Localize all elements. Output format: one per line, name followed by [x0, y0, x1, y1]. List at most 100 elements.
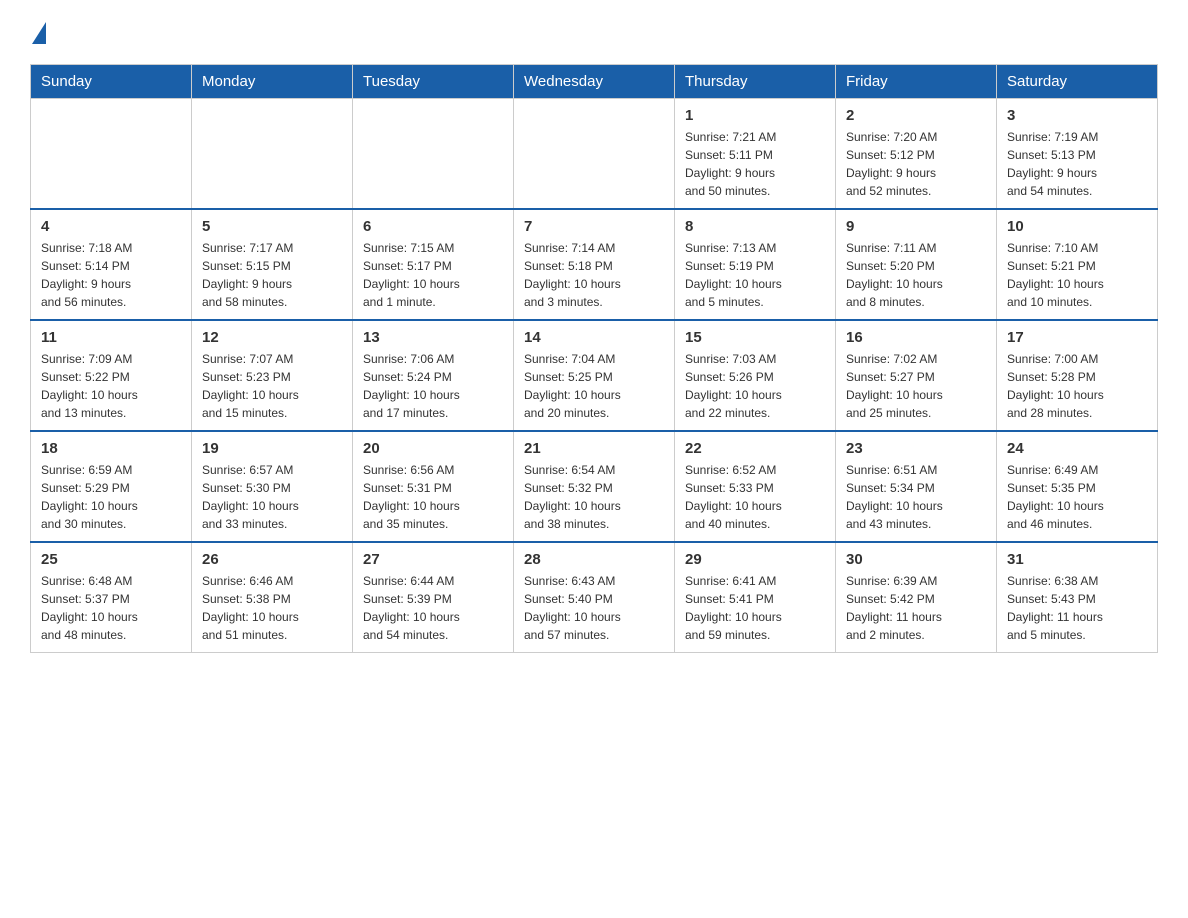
calendar-cell: 12 Sunrise: 7:07 AM Sunset: 5:23 PM Dayli…	[192, 320, 353, 431]
column-header-monday: Monday	[192, 65, 353, 99]
day-info: Sunrise: 7:15 AM Sunset: 5:17 PM Dayligh…	[363, 239, 503, 311]
day-info: Sunrise: 7:18 AM Sunset: 5:14 PM Dayligh…	[41, 239, 181, 311]
calendar-cell	[192, 99, 353, 210]
calendar-table: SundayMondayTuesdayWednesdayThursdayFrid…	[30, 64, 1158, 653]
calendar-cell: 27Sunrise: 6:44 AM Sunset: 5:39 PM Dayli…	[353, 542, 514, 653]
calendar-cell: 25Sunrise: 6:48 AM Sunset: 5:37 PM Dayli…	[31, 542, 192, 653]
day-info: Sunrise: 7:11 AM Sunset: 5:20 PM Dayligh…	[846, 239, 986, 311]
calendar-cell: 11Sunrise: 7:09 AM Sunset: 5:22 PM Dayli…	[31, 320, 192, 431]
day-info: Sunrise: 6:54 AM Sunset: 5:32 PM Dayligh…	[524, 461, 664, 533]
calendar-week-row: 25Sunrise: 6:48 AM Sunset: 5:37 PM Dayli…	[31, 542, 1158, 653]
day-number: 5	[202, 218, 342, 235]
day-info: Sunrise: 7:07 AM Sunset: 5:23 PM Dayligh…	[202, 350, 342, 422]
day-info: Sunrise: 7:17 AM Sunset: 5:15 PM Dayligh…	[202, 239, 342, 311]
day-number: 21	[524, 440, 664, 457]
page-header	[30, 20, 1158, 44]
calendar-cell: 26 Sunrise: 6:46 AM Sunset: 5:38 PM Dayli…	[192, 542, 353, 653]
day-number: 13	[363, 329, 503, 346]
calendar-cell: 10 Sunrise: 7:10 AM Sunset: 5:21 PM Dayli…	[997, 209, 1158, 320]
day-number: 22	[685, 440, 825, 457]
calendar-cell	[514, 99, 675, 210]
day-info: Sunrise: 6:38 AM Sunset: 5:43 PM Dayligh…	[1007, 572, 1147, 644]
day-number: 8	[685, 218, 825, 235]
calendar-cell: 24 Sunrise: 6:49 AM Sunset: 5:35 PM Dayli…	[997, 431, 1158, 542]
calendar-cell: 1 Sunrise: 7:21 AM Sunset: 5:11 PM Daylig…	[675, 99, 836, 210]
day-info: Sunrise: 6:39 AM Sunset: 5:42 PM Dayligh…	[846, 572, 986, 644]
day-info: Sunrise: 6:41 AM Sunset: 5:41 PM Dayligh…	[685, 572, 825, 644]
day-number: 29	[685, 551, 825, 568]
calendar-cell: 3Sunrise: 7:19 AM Sunset: 5:13 PM Daylig…	[997, 99, 1158, 210]
day-number: 7	[524, 218, 664, 235]
column-header-tuesday: Tuesday	[353, 65, 514, 99]
column-header-friday: Friday	[836, 65, 997, 99]
day-info: Sunrise: 7:02 AM Sunset: 5:27 PM Dayligh…	[846, 350, 986, 422]
day-number: 10	[1007, 218, 1147, 235]
day-info: Sunrise: 7:00 AM Sunset: 5:28 PM Dayligh…	[1007, 350, 1147, 422]
calendar-cell: 2 Sunrise: 7:20 AM Sunset: 5:12 PM Daylig…	[836, 99, 997, 210]
day-info: Sunrise: 7:03 AM Sunset: 5:26 PM Dayligh…	[685, 350, 825, 422]
calendar-cell: 16 Sunrise: 7:02 AM Sunset: 5:27 PM Dayli…	[836, 320, 997, 431]
column-header-wednesday: Wednesday	[514, 65, 675, 99]
day-number: 2	[846, 107, 986, 124]
calendar-cell: 17 Sunrise: 7:00 AM Sunset: 5:28 PM Dayli…	[997, 320, 1158, 431]
calendar-cell: 20 Sunrise: 6:56 AM Sunset: 5:31 PM Dayli…	[353, 431, 514, 542]
day-info: Sunrise: 6:59 AM Sunset: 5:29 PM Dayligh…	[41, 461, 181, 533]
day-number: 4	[41, 218, 181, 235]
calendar-cell	[31, 99, 192, 210]
calendar-week-row: 11Sunrise: 7:09 AM Sunset: 5:22 PM Dayli…	[31, 320, 1158, 431]
day-number: 23	[846, 440, 986, 457]
calendar-cell: 7 Sunrise: 7:14 AM Sunset: 5:18 PM Daylig…	[514, 209, 675, 320]
calendar-cell	[353, 99, 514, 210]
day-number: 28	[524, 551, 664, 568]
calendar-cell: 19 Sunrise: 6:57 AM Sunset: 5:30 PM Dayli…	[192, 431, 353, 542]
day-number: 3	[1007, 107, 1147, 124]
calendar-cell: 31Sunrise: 6:38 AM Sunset: 5:43 PM Dayli…	[997, 542, 1158, 653]
day-number: 25	[41, 551, 181, 568]
day-info: Sunrise: 6:51 AM Sunset: 5:34 PM Dayligh…	[846, 461, 986, 533]
calendar-cell: 29 Sunrise: 6:41 AM Sunset: 5:41 PM Dayli…	[675, 542, 836, 653]
day-number: 18	[41, 440, 181, 457]
calendar-cell: 13 Sunrise: 7:06 AM Sunset: 5:24 PM Dayli…	[353, 320, 514, 431]
day-info: Sunrise: 6:56 AM Sunset: 5:31 PM Dayligh…	[363, 461, 503, 533]
day-number: 24	[1007, 440, 1147, 457]
day-info: Sunrise: 7:20 AM Sunset: 5:12 PM Dayligh…	[846, 128, 986, 200]
calendar-cell: 23 Sunrise: 6:51 AM Sunset: 5:34 PM Dayli…	[836, 431, 997, 542]
calendar-cell: 22 Sunrise: 6:52 AM Sunset: 5:33 PM Dayli…	[675, 431, 836, 542]
day-number: 16	[846, 329, 986, 346]
day-info: Sunrise: 6:57 AM Sunset: 5:30 PM Dayligh…	[202, 461, 342, 533]
day-info: Sunrise: 6:46 AM Sunset: 5:38 PM Dayligh…	[202, 572, 342, 644]
calendar-cell: 4 Sunrise: 7:18 AM Sunset: 5:14 PM Daylig…	[31, 209, 192, 320]
day-info: Sunrise: 7:21 AM Sunset: 5:11 PM Dayligh…	[685, 128, 825, 200]
day-info: Sunrise: 7:06 AM Sunset: 5:24 PM Dayligh…	[363, 350, 503, 422]
logo-triangle-icon	[32, 22, 46, 44]
calendar-cell: 30 Sunrise: 6:39 AM Sunset: 5:42 PM Dayli…	[836, 542, 997, 653]
day-info: Sunrise: 7:04 AM Sunset: 5:25 PM Dayligh…	[524, 350, 664, 422]
day-number: 1	[685, 107, 825, 124]
calendar-cell: 15 Sunrise: 7:03 AM Sunset: 5:26 PM Dayli…	[675, 320, 836, 431]
day-number: 20	[363, 440, 503, 457]
calendar-week-row: 4 Sunrise: 7:18 AM Sunset: 5:14 PM Daylig…	[31, 209, 1158, 320]
logo	[30, 20, 46, 44]
day-number: 30	[846, 551, 986, 568]
column-header-sunday: Sunday	[31, 65, 192, 99]
calendar-week-row: 18 Sunrise: 6:59 AM Sunset: 5:29 PM Dayli…	[31, 431, 1158, 542]
day-info: Sunrise: 7:14 AM Sunset: 5:18 PM Dayligh…	[524, 239, 664, 311]
day-number: 15	[685, 329, 825, 346]
day-number: 26	[202, 551, 342, 568]
calendar-cell: 18 Sunrise: 6:59 AM Sunset: 5:29 PM Dayli…	[31, 431, 192, 542]
calendar-cell: 28 Sunrise: 6:43 AM Sunset: 5:40 PM Dayli…	[514, 542, 675, 653]
column-header-saturday: Saturday	[997, 65, 1158, 99]
day-info: Sunrise: 6:52 AM Sunset: 5:33 PM Dayligh…	[685, 461, 825, 533]
day-number: 17	[1007, 329, 1147, 346]
calendar-cell: 14 Sunrise: 7:04 AM Sunset: 5:25 PM Dayli…	[514, 320, 675, 431]
day-info: Sunrise: 7:10 AM Sunset: 5:21 PM Dayligh…	[1007, 239, 1147, 311]
day-number: 12	[202, 329, 342, 346]
day-info: Sunrise: 6:49 AM Sunset: 5:35 PM Dayligh…	[1007, 461, 1147, 533]
day-number: 19	[202, 440, 342, 457]
day-number: 14	[524, 329, 664, 346]
calendar-cell: 21 Sunrise: 6:54 AM Sunset: 5:32 PM Dayli…	[514, 431, 675, 542]
day-info: Sunrise: 7:13 AM Sunset: 5:19 PM Dayligh…	[685, 239, 825, 311]
day-info: Sunrise: 6:43 AM Sunset: 5:40 PM Dayligh…	[524, 572, 664, 644]
calendar-cell: 8 Sunrise: 7:13 AM Sunset: 5:19 PM Daylig…	[675, 209, 836, 320]
calendar-cell: 5 Sunrise: 7:17 AM Sunset: 5:15 PM Daylig…	[192, 209, 353, 320]
